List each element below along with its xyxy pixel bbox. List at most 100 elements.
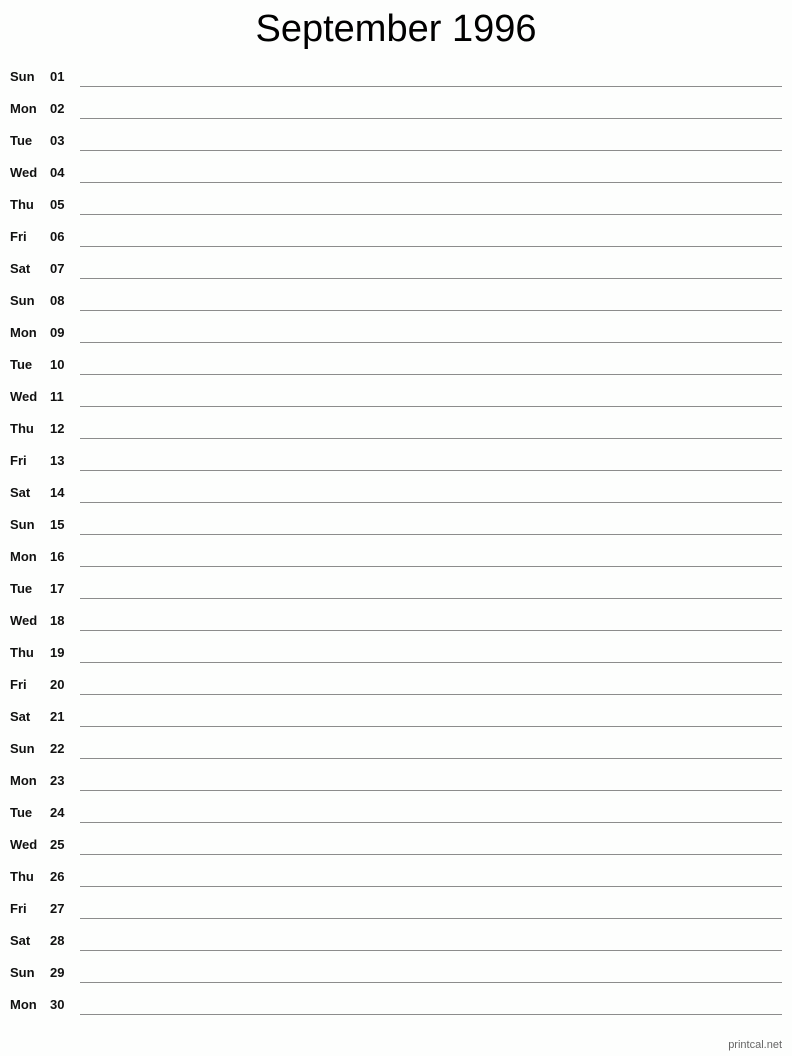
writing-line[interactable]	[80, 310, 782, 311]
day-number: 26	[50, 869, 65, 884]
day-row: Tue 03	[0, 133, 792, 165]
day-of-week: Wed	[10, 389, 38, 404]
day-row: Fri 27	[0, 901, 792, 933]
writing-line[interactable]	[80, 374, 782, 375]
day-row: Mon 02	[0, 101, 792, 133]
day-row: Sun 01	[0, 69, 792, 101]
day-number: 24	[50, 805, 65, 820]
day-of-week: Fri	[10, 453, 27, 468]
day-number: 12	[50, 421, 65, 436]
writing-line[interactable]	[80, 886, 782, 887]
day-number: 03	[50, 133, 65, 148]
day-number: 28	[50, 933, 65, 948]
day-number: 15	[50, 517, 65, 532]
day-row: Thu 19	[0, 645, 792, 677]
page-title: September 1996	[255, 8, 537, 50]
day-row: Tue 10	[0, 357, 792, 389]
day-of-week: Tue	[10, 357, 33, 372]
day-number: 22	[50, 741, 65, 756]
writing-line[interactable]	[80, 86, 782, 87]
day-row: Wed 04	[0, 165, 792, 197]
footer-credit: printcal.net	[728, 1039, 782, 1051]
writing-line[interactable]	[80, 598, 782, 599]
writing-line[interactable]	[80, 982, 782, 983]
writing-line[interactable]	[80, 214, 782, 215]
day-of-week: Mon	[10, 997, 37, 1012]
writing-line[interactable]	[80, 790, 782, 791]
day-of-week: Fri	[10, 229, 27, 244]
day-number: 14	[50, 485, 65, 500]
day-number: 21	[50, 709, 65, 724]
writing-line[interactable]	[80, 182, 782, 183]
day-of-week: Wed	[10, 165, 38, 180]
day-row: Sat 07	[0, 261, 792, 293]
day-row: Sun 08	[0, 293, 792, 325]
day-row: Thu 05	[0, 197, 792, 229]
day-row: Wed 18	[0, 613, 792, 645]
writing-line[interactable]	[80, 918, 782, 919]
day-row: Tue 24	[0, 805, 792, 837]
day-of-week: Thu	[10, 645, 34, 660]
writing-line[interactable]	[80, 854, 782, 855]
day-of-week: Mon	[10, 549, 37, 564]
day-row: Mon 16	[0, 549, 792, 581]
writing-line[interactable]	[80, 150, 782, 151]
writing-line[interactable]	[80, 118, 782, 119]
writing-line[interactable]	[80, 534, 782, 535]
day-number: 09	[50, 325, 65, 340]
day-number: 19	[50, 645, 65, 660]
day-of-week: Sat	[10, 485, 31, 500]
day-number: 18	[50, 613, 65, 628]
day-number: 04	[50, 165, 65, 180]
day-of-week: Wed	[10, 837, 38, 852]
day-row: Sat 21	[0, 709, 792, 741]
day-row: Mon 30	[0, 997, 792, 1029]
day-row: Tue 17	[0, 581, 792, 613]
writing-line[interactable]	[80, 950, 782, 951]
day-row: Thu 12	[0, 421, 792, 453]
writing-line[interactable]	[80, 470, 782, 471]
writing-line[interactable]	[80, 438, 782, 439]
day-number: 27	[50, 901, 65, 916]
day-row: Sun 29	[0, 965, 792, 997]
day-row: Wed 11	[0, 389, 792, 421]
day-of-week: Wed	[10, 613, 38, 628]
day-row: Mon 23	[0, 773, 792, 805]
day-number: 07	[50, 261, 65, 276]
day-row: Fri 06	[0, 229, 792, 261]
day-number: 17	[50, 581, 65, 596]
writing-line[interactable]	[80, 566, 782, 567]
day-row: Sat 14	[0, 485, 792, 517]
day-row: Thu 26	[0, 869, 792, 901]
writing-line[interactable]	[80, 822, 782, 823]
writing-line[interactable]	[80, 694, 782, 695]
day-number: 29	[50, 965, 65, 980]
writing-line[interactable]	[80, 502, 782, 503]
day-number: 10	[50, 357, 65, 372]
writing-line[interactable]	[80, 758, 782, 759]
day-of-week: Sun	[10, 741, 35, 756]
writing-line[interactable]	[80, 342, 782, 343]
writing-line[interactable]	[80, 662, 782, 663]
day-row: Mon 09	[0, 325, 792, 357]
day-number: 06	[50, 229, 65, 244]
day-number: 01	[50, 69, 65, 84]
day-row: Sat 28	[0, 933, 792, 965]
day-of-week: Mon	[10, 773, 37, 788]
writing-line[interactable]	[80, 278, 782, 279]
day-number: 16	[50, 549, 65, 564]
day-of-week: Tue	[10, 581, 33, 596]
day-of-week: Sat	[10, 709, 31, 724]
writing-line[interactable]	[80, 1014, 782, 1015]
day-number: 11	[50, 389, 64, 404]
writing-line[interactable]	[80, 406, 782, 407]
day-of-week: Sun	[10, 293, 35, 308]
day-of-week: Fri	[10, 677, 27, 692]
day-of-week: Sun	[10, 965, 35, 980]
day-number: 13	[50, 453, 65, 468]
day-of-week: Tue	[10, 133, 33, 148]
writing-line[interactable]	[80, 630, 782, 631]
writing-line[interactable]	[80, 726, 782, 727]
day-row: Fri 20	[0, 677, 792, 709]
writing-line[interactable]	[80, 246, 782, 247]
